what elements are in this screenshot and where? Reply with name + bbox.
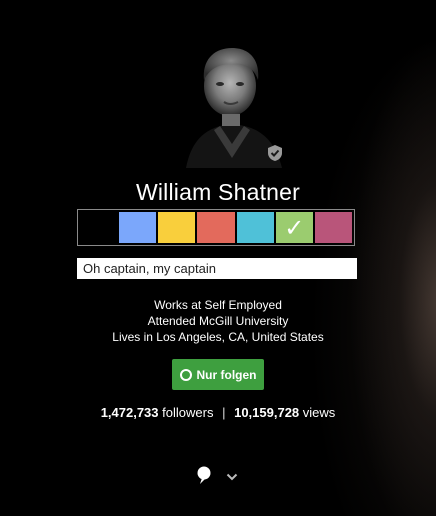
color-swatch[interactable] [119, 212, 157, 243]
views-label: views [302, 405, 336, 420]
followers-count: 1,472,733 [100, 405, 159, 420]
comment-icon[interactable] [196, 465, 212, 490]
views-count: 10,159,728 [234, 405, 300, 420]
profile-info: Works at Self Employed Attended McGill U… [0, 297, 436, 345]
color-picker: ✓ [77, 209, 355, 246]
chevron-down-icon[interactable] [226, 469, 238, 487]
color-swatch[interactable] [158, 212, 196, 243]
color-swatch[interactable]: ✓ [275, 212, 313, 243]
works-at-text: Works at Self Employed [154, 298, 282, 312]
profile-stats: 1,472,733 followers | 10,159,728 views [0, 405, 436, 420]
circle-icon [179, 368, 192, 381]
verified-shield-icon [266, 144, 284, 162]
color-swatch[interactable] [236, 212, 274, 243]
attended-text: Attended McGill University [147, 314, 289, 328]
color-swatch[interactable] [80, 212, 118, 243]
follow-button[interactable]: Nur folgen [172, 359, 264, 390]
follow-button-label: Nur folgen [196, 367, 257, 382]
color-swatch[interactable] [314, 212, 352, 243]
tagline-input[interactable] [77, 258, 357, 279]
profile-card: William Shatner ✓ Works at Self Employed… [0, 0, 436, 516]
lives-in-text: Lives in Los Angeles, CA, United States [112, 330, 324, 344]
color-swatch[interactable] [197, 212, 235, 243]
followers-label: followers [162, 405, 214, 420]
profile-name: William Shatner [135, 179, 301, 205]
bottom-actions [196, 465, 246, 485]
stats-separator: | [222, 405, 226, 420]
checkmark-icon: ✓ [284, 213, 305, 242]
